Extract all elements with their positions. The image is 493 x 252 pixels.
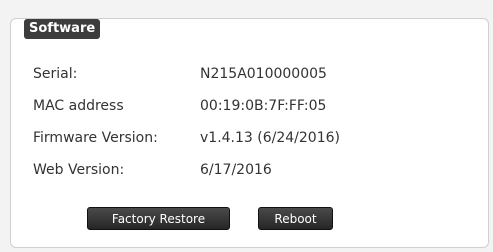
firmware-version-value: v1.4.13 (6/24/2016) [200, 130, 340, 146]
mac-address-label: MAC address [33, 98, 124, 114]
panel-title: Software [24, 19, 101, 39]
firmware-version-label: Firmware Version: [33, 130, 158, 146]
serial-value: N215A010000005 [200, 66, 327, 82]
web-version-label: Web Version: [33, 162, 125, 178]
serial-label: Serial: [33, 66, 78, 82]
reboot-button[interactable]: Reboot [258, 207, 333, 230]
factory-restore-button[interactable]: Factory Restore [87, 207, 230, 230]
web-version-value: 6/17/2016 [200, 162, 272, 178]
mac-address-value: 00:19:0B:7F:FF:05 [200, 98, 327, 114]
